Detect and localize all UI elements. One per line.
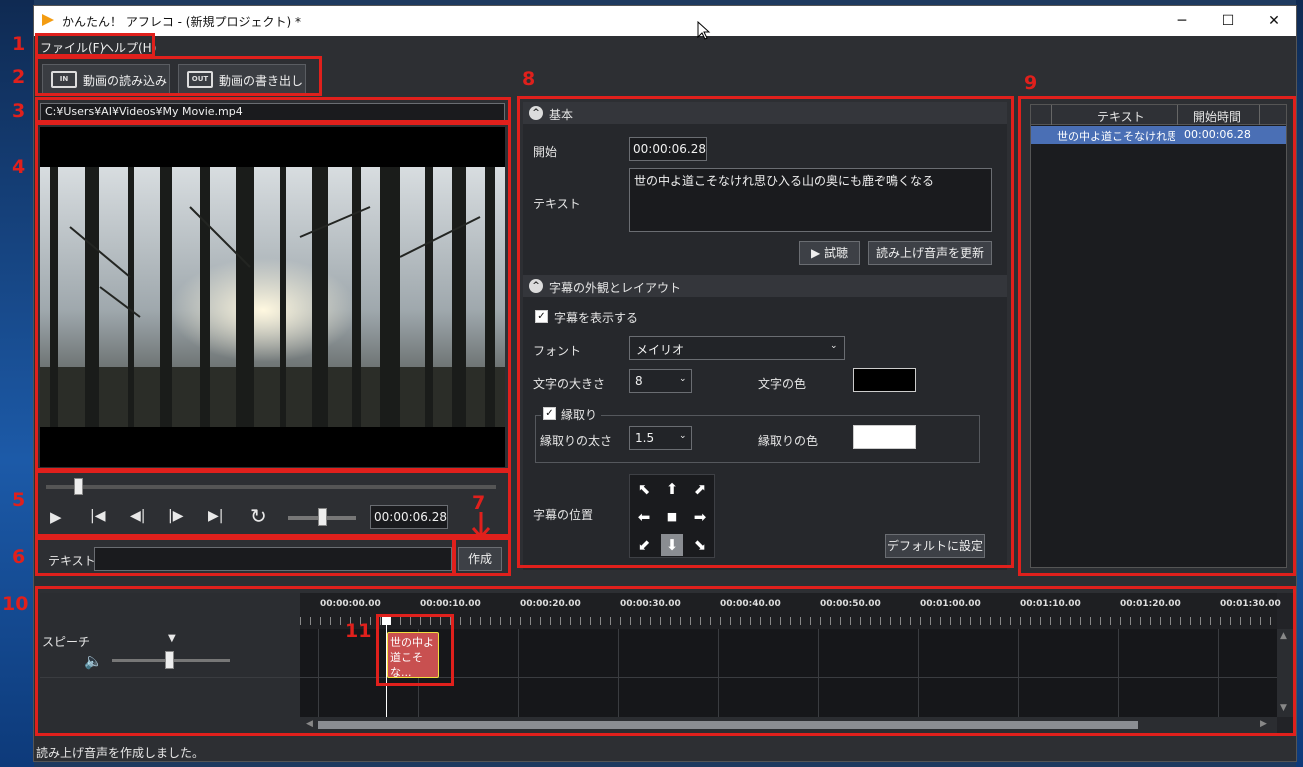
minimize-button[interactable]: ─ [1159,6,1205,36]
annotation-box-1 [35,33,155,57]
annotation-box-9 [1018,96,1296,576]
window-title: かんたん！ アフレコ - (新規プロジェクト) * [62,15,301,29]
annotation-number: 8 [522,68,536,90]
annotation-box-3 [35,97,511,123]
annotation-number: 11 [345,620,372,642]
annotation-arrow-icon [471,512,491,540]
annotation-number: 2 [12,66,26,88]
annotation-box-7 [453,537,511,576]
status-bar: 読み上げ音声を作成しました。 [34,741,1296,761]
annotation-box-10 [35,586,1296,736]
annotation-number: 5 [12,489,26,511]
mouse-cursor-icon [697,21,711,40]
annotation-box-11 [376,614,454,686]
desktop-background-right [1296,0,1303,767]
annotation-box-8 [517,96,1014,568]
annotation-number: 6 [12,546,26,568]
status-text: 読み上げ音声を作成しました。 [36,746,205,760]
annotation-box-5 [35,470,511,537]
title-bar: かんたん！ アフレコ - (新規プロジェクト) * ─ ☐ ✕ [34,6,1296,36]
annotation-box-4 [35,122,511,471]
annotation-number: 3 [12,100,26,122]
annotation-number: 4 [12,156,26,178]
annotation-number: 1 [12,33,26,55]
annotation-box-6 [35,537,455,576]
menu-bar: ファイル(F) ヘルプ(H) [34,36,1296,58]
annotation-number: 9 [1024,72,1038,94]
app-logo-icon [42,14,54,26]
annotation-box-2 [35,56,322,96]
annotation-number: 10 [2,593,29,615]
maximize-button[interactable]: ☐ [1205,6,1251,36]
close-button[interactable]: ✕ [1251,6,1297,36]
